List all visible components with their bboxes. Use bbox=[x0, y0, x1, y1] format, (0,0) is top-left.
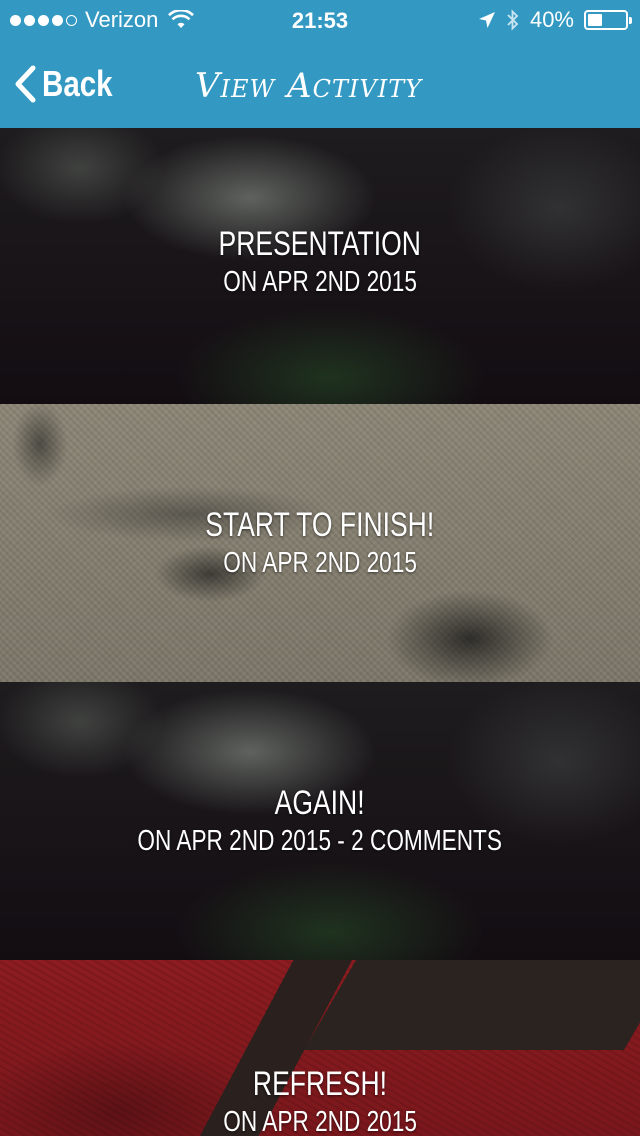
activity-subtitle: On Apr 2nd 2015 bbox=[223, 266, 417, 298]
battery-icon bbox=[584, 10, 632, 30]
activity-subtitle: On Apr 2nd 2015 bbox=[223, 547, 417, 579]
activity-list: Presentation On Apr 2nd 2015 Start to Fi… bbox=[0, 128, 640, 1136]
activity-card[interactable]: Refresh! On Apr 2nd 2015 bbox=[0, 960, 640, 1136]
status-right: 40% bbox=[478, 7, 632, 32]
location-arrow-icon bbox=[478, 12, 495, 28]
activity-title: Presentation bbox=[218, 225, 422, 263]
page-title: View Activity bbox=[195, 66, 423, 106]
activity-title: Start to Finish! bbox=[205, 506, 435, 544]
activity-card[interactable]: Again! On Apr 2nd 2015 - 2 Comments bbox=[0, 682, 640, 960]
chevron-left-icon bbox=[15, 65, 36, 103]
activity-title: Refresh! bbox=[252, 1065, 388, 1103]
activity-card[interactable]: Start to Finish! On Apr 2nd 2015 bbox=[0, 404, 640, 682]
activity-card[interactable]: Presentation On Apr 2nd 2015 bbox=[0, 128, 640, 404]
battery-fill bbox=[588, 14, 603, 26]
status-bar: Verizon 21:53 40% bbox=[0, 0, 640, 40]
activity-subtitle: On Apr 2nd 2015 - 2 Comments bbox=[137, 825, 503, 857]
app-header: Verizon 21:53 40% Back View Activity bbox=[0, 0, 640, 128]
back-label: Back bbox=[42, 63, 113, 104]
back-button[interactable]: Back bbox=[14, 62, 128, 106]
battery-percent: 40% bbox=[529, 7, 574, 32]
activity-title: Again! bbox=[275, 784, 365, 822]
bluetooth-icon bbox=[507, 9, 519, 31]
background-stripe bbox=[304, 960, 640, 1050]
nav-bar: Back View Activity bbox=[0, 40, 640, 128]
activity-subtitle: On Apr 2nd 2015 bbox=[223, 1106, 417, 1136]
